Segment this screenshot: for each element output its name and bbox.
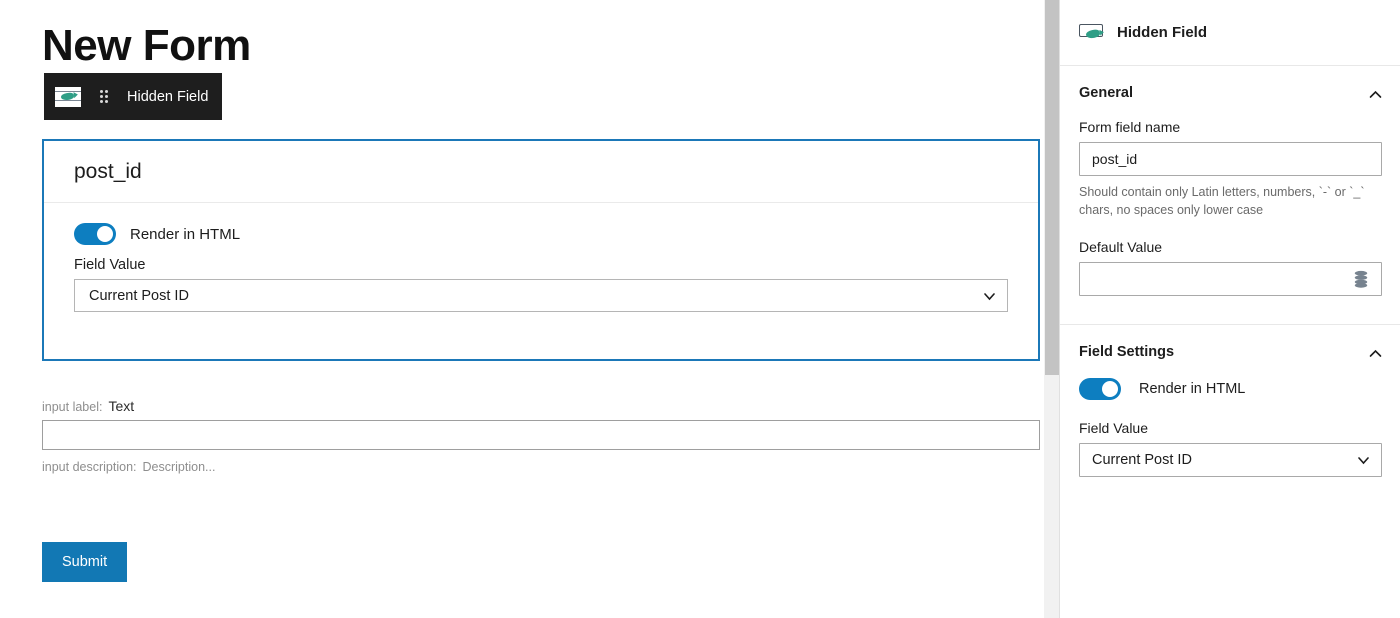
preview-text-input[interactable] <box>42 420 1040 450</box>
sidebar-block-title: Hidden Field <box>1117 24 1207 41</box>
field-value-select[interactable]: Current Post ID <box>74 279 1008 312</box>
sidebar-render-in-html-toggle[interactable] <box>1079 378 1121 401</box>
sidebar-field-value-label: Field Value <box>1079 420 1149 437</box>
chevron-down-icon <box>984 292 995 301</box>
chevron-up-icon[interactable] <box>1369 87 1382 99</box>
hidden-field-icon <box>1079 23 1103 42</box>
sidebar-render-in-html-row[interactable]: Render in HTML <box>1079 378 1381 401</box>
input-description-value: Description... <box>142 460 216 474</box>
block-settings-sidebar: Hidden Field General Form field name pos… <box>1059 0 1400 618</box>
default-value-input[interactable] <box>1079 262 1382 297</box>
field-value-label: Field Value <box>74 257 146 273</box>
form-block-editor: New Form Hidden Field post_id Render in … <box>0 0 1400 618</box>
sidebar-field-value-select[interactable]: Current Post ID <box>1079 443 1382 478</box>
selected-block[interactable]: post_id Render in HTML Field Value Curre… <box>42 139 1040 361</box>
drag-handle-icon[interactable] <box>91 73 117 120</box>
input-label-line: input label: Text <box>42 398 1040 414</box>
section-general-title: General <box>1079 85 1133 101</box>
section-field-settings-header[interactable]: Field Settings <box>1079 344 1382 361</box>
page-title[interactable]: New Form <box>42 21 251 70</box>
chevron-up-icon[interactable] <box>1369 346 1382 358</box>
input-label-value: Text <box>108 398 135 414</box>
block-field-name: post_id <box>74 159 142 183</box>
block-body: Render in HTML Field Value Current Post … <box>44 203 1038 312</box>
vertical-scrollbar[interactable] <box>1043 0 1059 618</box>
section-general: General Form field name post_id Should c… <box>1060 66 1400 304</box>
block-toolbar[interactable]: Hidden Field <box>44 73 223 120</box>
block-toolbar-label: Hidden Field <box>127 88 209 105</box>
block-header: post_id <box>44 141 1038 203</box>
sidebar-header: Hidden Field <box>1060 0 1400 65</box>
form-preview: input label: Text input description: Descr… <box>42 398 1040 474</box>
render-in-html-label: Render in HTML <box>130 225 241 243</box>
block-type-button[interactable] <box>44 73 91 120</box>
form-field-name-help: Should contain only Latin letters, numbe… <box>1079 185 1365 218</box>
section-general-header[interactable]: General <box>1079 85 1382 101</box>
render-in-html-toggle[interactable] <box>74 223 116 245</box>
chevron-down-icon <box>1358 456 1369 465</box>
render-in-html-toggle-row[interactable]: Render in HTML <box>74 223 1008 245</box>
scrollbar-thumb[interactable] <box>1045 0 1059 375</box>
database-icon[interactable] <box>1353 270 1369 288</box>
sidebar-field-value-selected: Current Post ID <box>1092 452 1192 469</box>
input-label-prefix: input label: <box>42 400 103 414</box>
input-description-line: input description: Description... <box>42 460 1040 474</box>
form-field-name-label: Form field name <box>1079 119 1181 135</box>
field-value-selected: Current Post ID <box>89 287 189 304</box>
sidebar-render-in-html-label: Render in HTML <box>1139 381 1246 398</box>
section-field-settings-title: Field Settings <box>1079 344 1175 361</box>
hidden-field-icon <box>54 86 81 107</box>
submit-button[interactable]: Submit <box>42 542 128 582</box>
section-field-settings: Field Settings Render in HTML Field Valu… <box>1060 325 1400 485</box>
input-description-prefix: input description: <box>42 460 137 474</box>
form-field-name-value: post_id <box>1092 151 1138 167</box>
default-value-label: Default Value <box>1079 239 1163 256</box>
editor-canvas: New Form Hidden Field post_id Render in … <box>0 0 1043 618</box>
form-field-name-input[interactable]: post_id <box>1079 142 1382 176</box>
